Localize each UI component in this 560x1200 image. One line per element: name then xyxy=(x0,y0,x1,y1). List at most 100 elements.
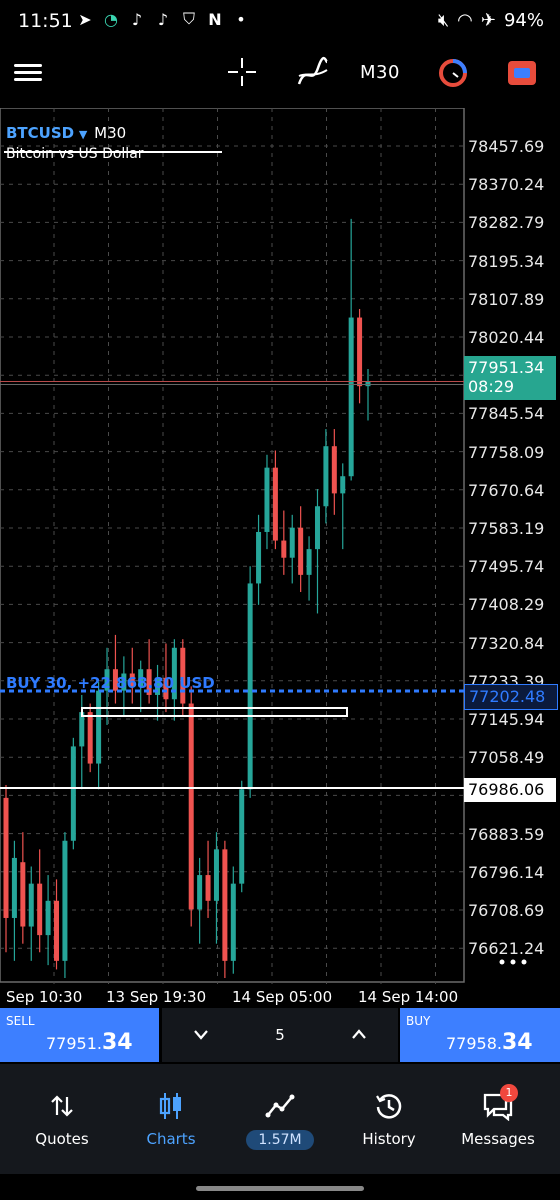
current-price-tag: 77951.34 08:29 xyxy=(464,356,556,400)
nav-quotes-label: Quotes xyxy=(35,1130,89,1148)
candle-body xyxy=(314,506,320,550)
lot-stepper: 5 xyxy=(162,1008,398,1062)
history-icon xyxy=(339,1088,439,1124)
more-dot xyxy=(499,959,505,965)
candle-body xyxy=(62,840,68,961)
menu-icon[interactable] xyxy=(14,60,42,86)
candle-body xyxy=(197,875,203,910)
price-tick: 76796.14 xyxy=(468,862,545,882)
buy-price-tag: 77202.48 xyxy=(464,684,558,710)
candle-body xyxy=(340,476,346,494)
candle-body xyxy=(256,531,262,584)
time-tick: Sep 10:30 xyxy=(6,988,83,1006)
symbol-description: Bitcoin vs US Dollar xyxy=(6,146,144,162)
drawn-rectangle xyxy=(81,707,348,717)
candle-body xyxy=(37,883,43,936)
candle-body xyxy=(272,467,278,541)
candle-body xyxy=(87,712,93,764)
timeframe-button[interactable]: M30 xyxy=(360,62,400,83)
indicators-icon[interactable] xyxy=(296,56,330,90)
candle-body xyxy=(70,746,76,841)
price-tick: 77583.19 xyxy=(468,519,545,538)
airplane-icon: ✈ xyxy=(480,10,496,31)
candle-body xyxy=(3,797,9,918)
buy-button[interactable]: BUY 77958.34 xyxy=(400,1008,560,1062)
candle-body xyxy=(281,540,287,558)
wifi-icon: ◠ xyxy=(457,10,473,31)
candle-body xyxy=(247,583,253,790)
status-left-icons: ➤ ◔ ♪ ♪ ⛉ N • xyxy=(76,9,250,29)
sell-button[interactable]: SELL 77951.34 xyxy=(0,1008,159,1062)
time-tick: 13 Sep 19:30 xyxy=(106,988,207,1006)
buy-position-label[interactable]: BUY 30, +22 868.80 USD xyxy=(6,674,215,692)
candle-body xyxy=(54,900,60,961)
chart-area[interactable] xyxy=(0,108,560,984)
candle-body xyxy=(205,875,211,901)
candle-body xyxy=(348,317,354,477)
nav-messages[interactable]: Messages xyxy=(448,1088,548,1148)
candle-body xyxy=(222,849,228,961)
candle-body xyxy=(28,883,34,927)
price-tick: 77670.64 xyxy=(468,480,545,500)
price-tick: 77758.09 xyxy=(468,442,545,462)
n-icon: N xyxy=(208,9,222,29)
crosshair-icon[interactable] xyxy=(226,56,258,88)
candle-body xyxy=(230,883,236,961)
candle-body xyxy=(20,862,26,927)
candle-body xyxy=(79,712,85,747)
nav-trade[interactable]: 1.57M xyxy=(230,1088,330,1150)
quotes-icon xyxy=(12,1088,112,1124)
level-price-tag: 76986.06 xyxy=(464,778,556,802)
candle-body xyxy=(239,789,245,884)
nav-charts[interactable]: Charts xyxy=(121,1088,221,1148)
symbol-dropdown-icon[interactable]: ▼ xyxy=(79,128,87,141)
nav-history[interactable]: History xyxy=(339,1088,439,1148)
status-right: 🔇︎ ◠ ✈ 94% xyxy=(438,10,544,31)
lot-value[interactable]: 5 xyxy=(270,1026,290,1044)
tiktok-icon: ♪ xyxy=(157,9,169,29)
candle-body xyxy=(289,527,295,558)
dot-icon: • xyxy=(236,9,246,29)
price-tick: 78107.89 xyxy=(468,289,545,309)
price-tick: 78282.79 xyxy=(468,213,545,233)
buy-price: 77958.34 xyxy=(446,1030,533,1055)
shield-icon: ⛉ xyxy=(182,9,195,28)
candle-body xyxy=(188,703,194,910)
candle-body xyxy=(365,381,371,387)
more-dot xyxy=(521,959,527,965)
candle-body xyxy=(11,857,17,918)
symbol-timeframe: M30 xyxy=(94,124,127,142)
chevron-up-icon[interactable] xyxy=(344,1022,374,1048)
candle-body xyxy=(96,690,102,764)
home-indicator[interactable] xyxy=(196,1186,364,1191)
one-click-trading-icon[interactable] xyxy=(438,58,468,88)
chart-frame xyxy=(0,108,465,983)
price-tick: 76621.24 xyxy=(468,939,545,959)
price-tick: 76883.59 xyxy=(468,824,545,844)
price-tick: 77320.84 xyxy=(468,633,545,653)
trade-line-icon xyxy=(230,1088,330,1124)
nav-quotes[interactable]: Quotes xyxy=(12,1088,112,1148)
price-tick: 77058.49 xyxy=(468,748,545,768)
chevron-down-icon[interactable] xyxy=(186,1022,216,1048)
nav-trade-label: 1.57M xyxy=(230,1130,330,1150)
candle-body xyxy=(213,849,219,901)
messages-icon xyxy=(448,1088,548,1124)
symbol-row[interactable]: BTCUSD ▼ M30 xyxy=(6,124,126,142)
status-time: 11:51 xyxy=(18,10,73,32)
time-tick: 14 Sep 14:00 xyxy=(358,988,459,1006)
nav-history-label: History xyxy=(362,1130,416,1148)
time-tick: 14 Sep 05:00 xyxy=(232,988,333,1006)
candle-body xyxy=(357,317,363,387)
price-tick: 76708.69 xyxy=(468,901,545,920)
price-tick: 77845.54 xyxy=(468,404,545,424)
chart-toolbar: M30 xyxy=(0,44,560,104)
n-logo-icon: ◔ xyxy=(104,9,118,29)
sell-price: 77951.34 xyxy=(46,1030,133,1055)
symbol-name[interactable]: BTCUSD xyxy=(6,124,74,142)
price-tick: 78457.69 xyxy=(468,137,545,156)
price-tick: 77145.94 xyxy=(468,710,545,729)
candlestick-chart[interactable] xyxy=(0,108,560,984)
new-order-icon[interactable] xyxy=(506,58,538,88)
messages-badge: 1 xyxy=(500,1084,518,1102)
